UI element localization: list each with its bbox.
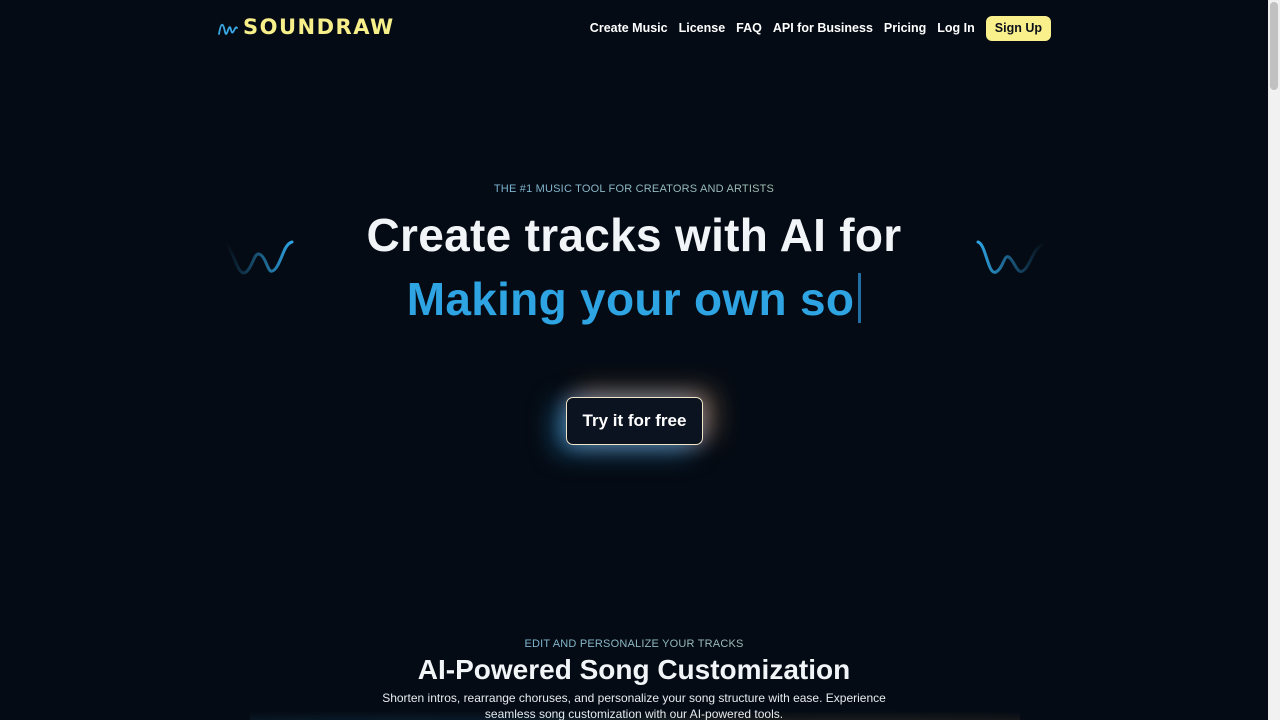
sound-wave-icon	[224, 240, 294, 275]
landing-page: SOUNDRAW Create Music License FAQ API fo…	[0, 0, 1268, 720]
sign-up-button[interactable]: Sign Up	[985, 15, 1051, 41]
nav-log-in[interactable]: Log In	[937, 21, 975, 35]
try-it-free-button[interactable]: Try it for free	[566, 397, 703, 445]
nav-api-for-business[interactable]: API for Business	[773, 21, 873, 35]
typing-cursor	[858, 273, 862, 323]
section-eyebrow: EDIT AND PERSONALIZE YOUR TRACKS	[0, 638, 1268, 650]
main-nav: Create Music License FAQ API for Busines…	[590, 15, 1051, 41]
typed-text: Making your own so	[406, 273, 855, 325]
hero-typed-line: Making your own so	[0, 272, 1268, 326]
logo-text: SOUNDRAW	[243, 15, 395, 39]
nav-pricing[interactable]: Pricing	[884, 21, 926, 35]
nav-faq[interactable]: FAQ	[736, 21, 762, 35]
hero-eyebrow: THE #1 MUSIC TOOL FOR CREATORS AND ARTIS…	[0, 183, 1268, 195]
hero-title: Create tracks with AI for	[366, 209, 902, 261]
nav-create-music[interactable]: Create Music	[590, 21, 668, 35]
section-title: AI-Powered Song Customization	[417, 654, 851, 685]
scrollbar-thumb[interactable]	[1270, 2, 1278, 90]
wave-logo-icon	[218, 23, 238, 35]
nav-license[interactable]: License	[679, 21, 726, 35]
sound-wave-icon	[976, 240, 1046, 274]
bottom-glow	[250, 706, 1020, 720]
site-header: SOUNDRAW Create Music License FAQ API fo…	[0, 0, 1268, 56]
page-scrollbar[interactable]	[1268, 0, 1280, 720]
logo[interactable]: SOUNDRAW	[218, 14, 395, 40]
